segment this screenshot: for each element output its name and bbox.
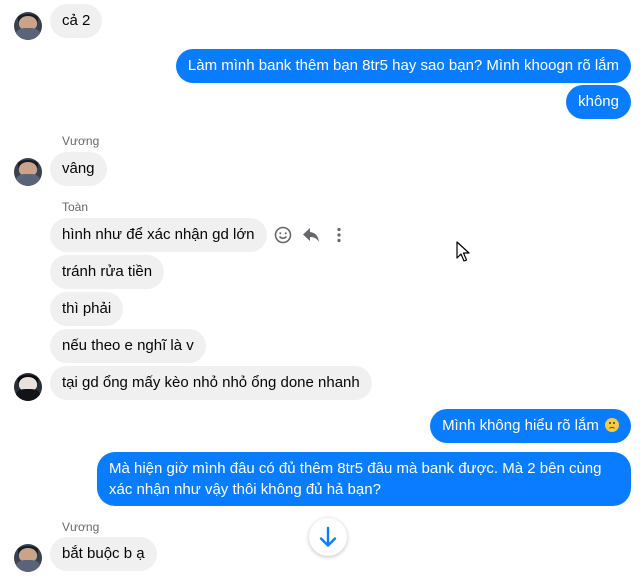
message-bubble-incoming[interactable]: nếu theo e nghĩ là v (50, 329, 206, 363)
avatar-body (16, 389, 40, 401)
message-bubble-incoming[interactable]: cả 2 (50, 4, 103, 38)
message-bubble-incoming[interactable]: tránh rửa tiền (50, 255, 165, 289)
avatar-vuong[interactable] (14, 12, 42, 40)
avatar-vuong[interactable] (14, 158, 42, 186)
avatar-body (16, 174, 40, 186)
message-bubble-outgoing[interactable]: Mình không hiểu rõ lắm (430, 409, 631, 443)
sender-name: Toàn (62, 200, 89, 214)
message-text: Mình không hiểu rõ lắm (442, 417, 599, 434)
avatar-vuong[interactable] (14, 544, 42, 572)
scroll-to-bottom-button[interactable] (309, 518, 347, 556)
message-bubble-incoming[interactable]: tại gd ổng mấy kèo nhỏ nhỏ ổng done nhan… (50, 366, 372, 400)
message-bubble-incoming[interactable]: thì phải (50, 292, 124, 326)
message-bubble-incoming[interactable]: vâng (50, 152, 107, 186)
message-actions (272, 224, 352, 248)
message-bubble-outgoing[interactable]: không (566, 85, 631, 119)
mouse-pointer-icon (456, 241, 470, 262)
message-bubble-incoming[interactable]: hình như để xác nhận gd lớn (50, 218, 267, 252)
arrow-down-icon (319, 526, 337, 547)
avatar-body (16, 28, 40, 40)
smiley-icon[interactable] (272, 224, 294, 246)
sender-name: Vương (62, 520, 100, 534)
sender-name: Vương (62, 134, 100, 148)
disappointed-face-icon (605, 418, 619, 432)
avatar-body (16, 560, 40, 572)
more-vertical-icon[interactable] (328, 224, 350, 246)
message-bubble-incoming[interactable]: bắt buộc b ạ (50, 537, 157, 571)
message-bubble-outgoing[interactable]: Làm mình bank thêm bạn 8tr5 hay sao bạn?… (175, 49, 631, 83)
reply-icon[interactable] (300, 224, 322, 246)
avatar-toan[interactable] (14, 373, 42, 401)
message-bubble-outgoing[interactable]: Mà hiện giờ mình đâu có đủ thêm 8tr5 đâu… (97, 452, 631, 506)
